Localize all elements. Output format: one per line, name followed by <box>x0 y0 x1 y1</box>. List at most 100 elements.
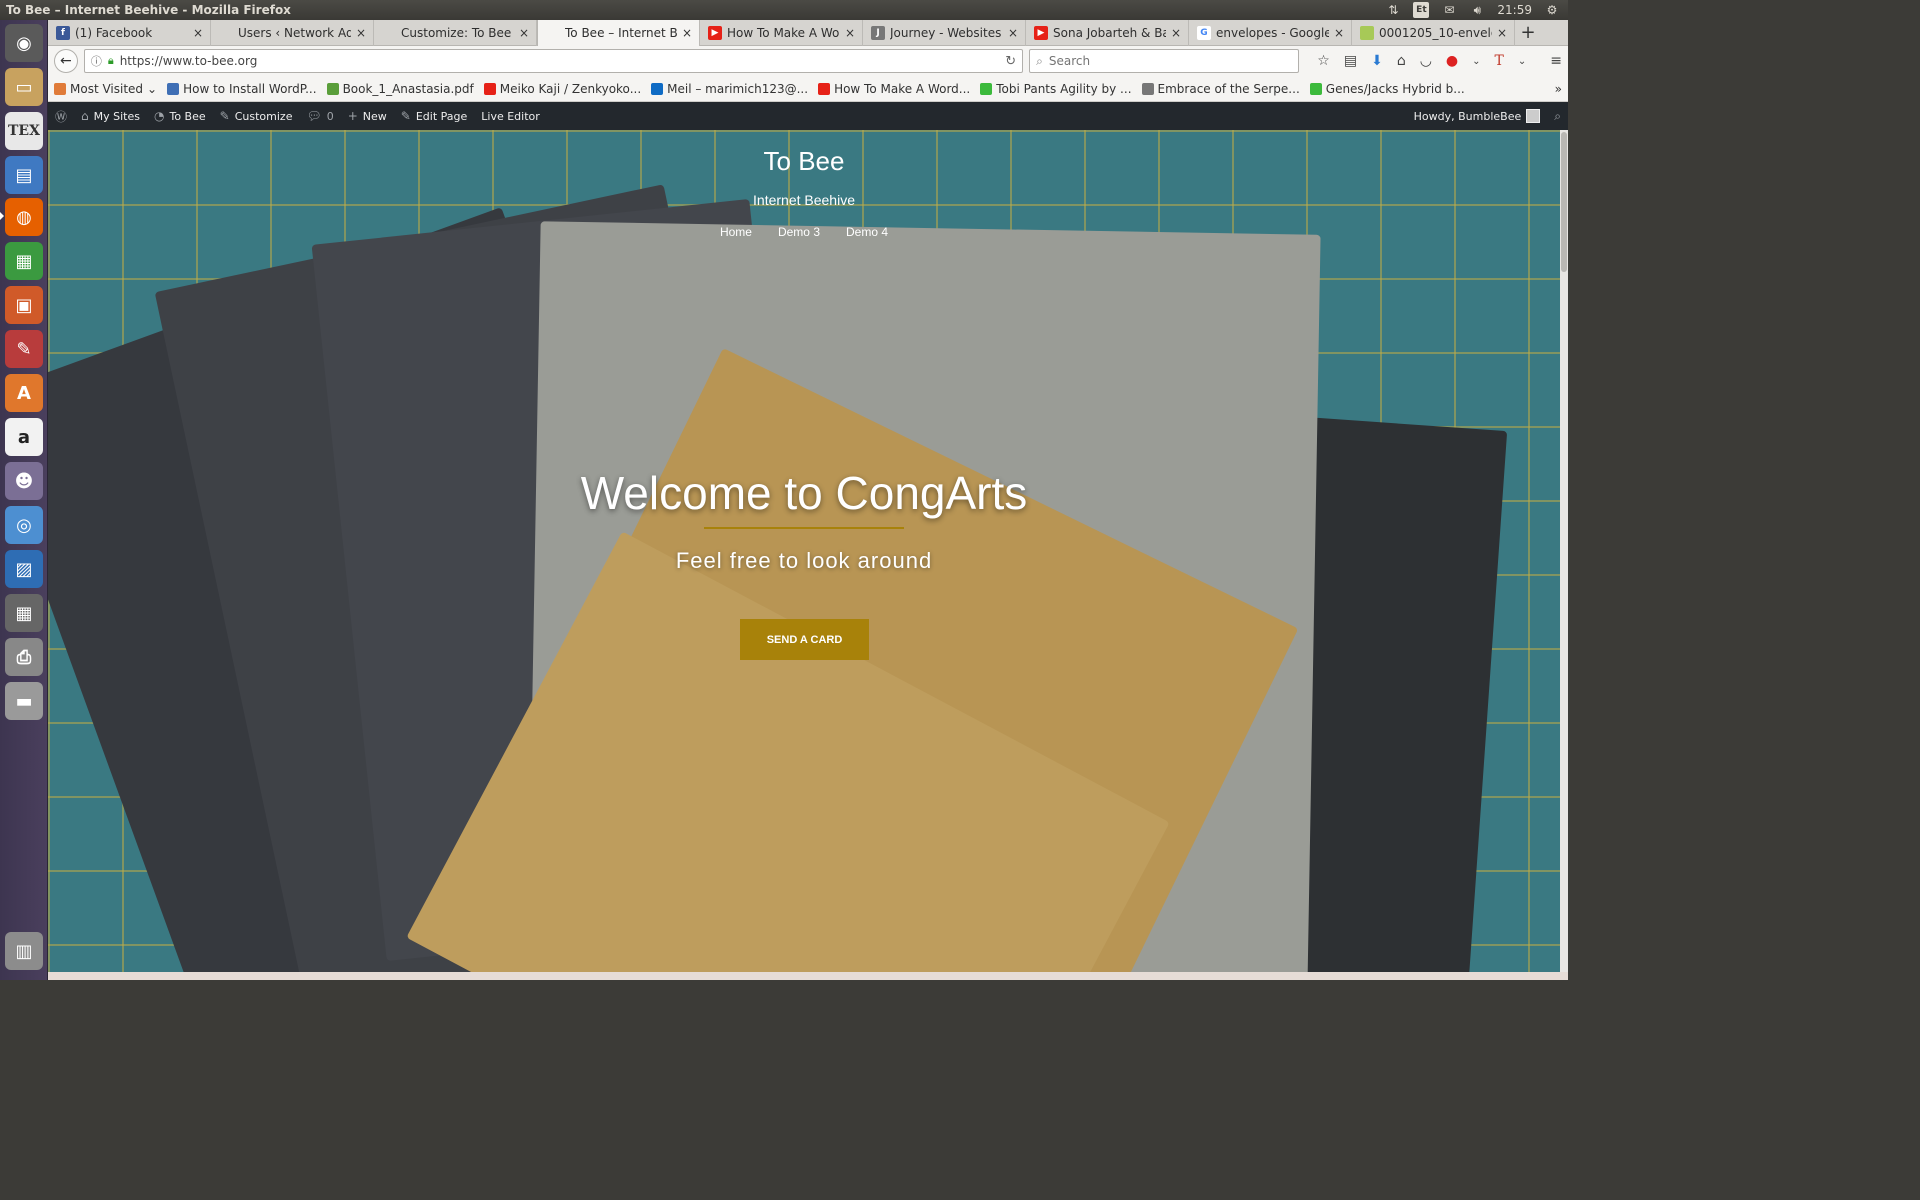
dash-icon[interactable]: ◉ <box>5 24 43 62</box>
launcher: ◉ ▭ TEX ▤ ◍ ▦ ▣ ✎ A a ☻ ◎ ▨ ▦ ⎙ ▬ ▥ <box>0 20 48 980</box>
new-tab-button[interactable]: + <box>1515 20 1541 45</box>
software-center-icon[interactable]: A <box>5 374 43 412</box>
bookmark-favicon-icon <box>1309 82 1322 95</box>
my-sites-menu[interactable]: ⌂ My Sites <box>74 102 147 130</box>
browser-tab[interactable]: f (1) Facebook × <box>48 20 211 46</box>
mail-icon[interactable]: ✉ <box>1441 2 1457 18</box>
wordpress-icon: Ⓦ <box>55 109 68 124</box>
volume-icon[interactable]: 🔊︎ <box>1469 2 1485 18</box>
comments-link[interactable]: 💬︎ 0 <box>299 102 340 130</box>
trash-icon[interactable]: ▥ <box>5 932 43 970</box>
nav-toolbar: ← ⓘ 🔒︎ https://www.to-bee.org ↻ ⌕ ☆ ▤ ⬇ … <box>48 46 1568 76</box>
close-icon[interactable]: × <box>355 26 367 40</box>
bookmark-star-icon[interactable]: ☆ <box>1317 53 1330 69</box>
url-bar[interactable]: ⓘ 🔒︎ https://www.to-bee.org ↻ <box>83 49 1024 73</box>
pocket-icon[interactable]: ◡ <box>1420 53 1432 69</box>
menu-item-demo-4[interactable]: Demo 4 <box>846 225 888 239</box>
writer-icon[interactable]: ▤ <box>5 156 43 194</box>
amazon-icon[interactable]: a <box>5 418 43 456</box>
browser-tab[interactable]: Customize: To Bee – Inte × <box>374 20 537 46</box>
bookmark-item[interactable]: Embrace of the Serpe... <box>1141 82 1300 96</box>
clock[interactable]: 21:59 <box>1497 2 1532 18</box>
settings-icon[interactable]: ✎ <box>5 330 43 368</box>
browser-tab[interactable]: Genvelopes - Google o × <box>1189 20 1352 46</box>
back-button[interactable]: ← <box>54 49 78 73</box>
adblock-icon[interactable]: ● <box>1446 53 1458 69</box>
translate-icon[interactable]: T <box>1495 53 1504 69</box>
bookmark-item[interactable]: Tobi Pants Agility by ... <box>980 82 1132 96</box>
drive-icon[interactable]: ▬ <box>5 682 43 720</box>
tab-label: How To Make A Word <box>727 26 840 40</box>
browser-tab[interactable]: J Journey - Websites M × <box>863 20 1026 46</box>
site-label: To Bee <box>169 109 206 123</box>
chromium-icon[interactable]: ◎ <box>5 506 43 544</box>
search-input[interactable] <box>1048 54 1293 68</box>
lock-icon[interactable]: 🔒︎ <box>108 54 114 68</box>
wp-search-button[interactable]: ⌕ <box>1547 102 1568 130</box>
page-scrollbar[interactable] <box>1560 130 1568 972</box>
browser-tab[interactable]: To Bee – Internet Beehiv × <box>537 20 700 46</box>
calculator-icon[interactable]: ▦ <box>5 594 43 632</box>
home-icon[interactable]: ⌂ <box>1397 53 1406 69</box>
close-icon[interactable]: × <box>1007 26 1019 40</box>
chevron-down-icon[interactable]: ⌄ <box>1518 56 1526 67</box>
bookmark-item[interactable]: Genes/Jacks Hybrid b... <box>1309 82 1465 96</box>
url-text[interactable]: https://www.to-bee.org <box>120 54 1000 68</box>
bookmark-item[interactable]: Meiko Kaji / Zenkyoko... <box>483 82 641 96</box>
browser-tab[interactable]: ▶ Sona Jobarteh & Ban × <box>1026 20 1189 46</box>
menu-icon[interactable]: ≡ <box>1550 53 1562 69</box>
wp-logo-menu[interactable]: Ⓦ <box>48 102 74 130</box>
chevron-down-icon[interactable]: ⌄ <box>1472 56 1480 67</box>
close-icon[interactable]: × <box>518 26 530 40</box>
account-menu[interactable]: Howdy, BumbleBee <box>1407 102 1548 130</box>
reading-list-icon[interactable]: ▤ <box>1344 53 1357 69</box>
files-icon[interactable]: ▭ <box>5 68 43 106</box>
gear-icon[interactable]: ⚙ <box>1544 2 1560 18</box>
bookmark-item[interactable]: Book_1_Anastasia.pdf <box>326 82 474 96</box>
live-editor-link[interactable]: Live Editor <box>474 102 547 130</box>
new-content-menu[interactable]: + New <box>341 102 394 130</box>
downloads-icon[interactable]: ⬇ <box>1371 53 1383 69</box>
bookmark-item[interactable]: How to Install WordP... <box>167 82 317 96</box>
printer-icon[interactable]: ⎙ <box>5 638 43 676</box>
site-menu[interactable]: ◔ To Bee <box>147 102 213 130</box>
browser-tab[interactable]: 0001205_10-envelope × <box>1352 20 1515 46</box>
keyboard-layout-indicator[interactable]: Et <box>1413 2 1430 18</box>
menu-item-demo-3[interactable]: Demo 3 <box>778 225 820 239</box>
window-bottom-edge <box>48 972 1568 980</box>
impress-icon[interactable]: ▣ <box>5 286 43 324</box>
calc-icon[interactable]: ▦ <box>5 242 43 280</box>
browser-tab[interactable]: ▶ How To Make A Word × <box>700 20 863 46</box>
most-visited-folder[interactable]: Most Visited ⌄ <box>54 82 157 96</box>
site-title[interactable]: To Bee <box>48 146 1560 177</box>
search-bar[interactable]: ⌕ <box>1029 49 1300 73</box>
bookmark-label: Most Visited <box>70 81 144 96</box>
close-icon[interactable]: × <box>1496 26 1508 40</box>
bookmark-item[interactable]: Meil – marimich123@... <box>651 82 808 96</box>
bookmark-favicon-icon <box>54 82 66 95</box>
close-icon[interactable]: × <box>1333 26 1345 40</box>
close-icon[interactable]: × <box>192 26 204 40</box>
network-icon[interactable]: ⇅ <box>1385 2 1401 18</box>
menu-item-home[interactable]: Home <box>720 225 752 239</box>
close-icon[interactable]: × <box>844 26 856 40</box>
firefox-icon[interactable]: ◍ <box>5 198 43 236</box>
edit-page-link[interactable]: ✎ Edit Page <box>394 102 475 130</box>
close-icon[interactable]: × <box>1170 26 1182 40</box>
texmaker-icon[interactable]: TEX <box>5 112 43 150</box>
tab-label: Journey - Websites M <box>890 26 1003 40</box>
more-bookmarks-icon[interactable]: » <box>1555 82 1562 96</box>
close-icon[interactable]: × <box>681 26 693 40</box>
info-icon[interactable]: ⓘ <box>91 53 102 69</box>
dashboard-icon: ◔ <box>154 109 165 123</box>
tab-label: Users ‹ Network Admin: <box>238 26 351 40</box>
image-viewer-icon[interactable]: ▨ <box>5 550 43 588</box>
bookmark-item[interactable]: How To Make A Word... <box>818 82 970 96</box>
send-a-card-button[interactable]: SEND A CARD <box>740 619 869 660</box>
customize-link[interactable]: ✎ Customize <box>213 102 300 130</box>
gimp-icon[interactable]: ☻ <box>5 462 43 500</box>
browser-tab[interactable]: Users ‹ Network Admin: × <box>211 20 374 46</box>
plus-icon: + <box>347 109 358 123</box>
reload-icon[interactable]: ↻ <box>1005 54 1016 69</box>
scrollbar-thumb[interactable] <box>1561 132 1567 272</box>
